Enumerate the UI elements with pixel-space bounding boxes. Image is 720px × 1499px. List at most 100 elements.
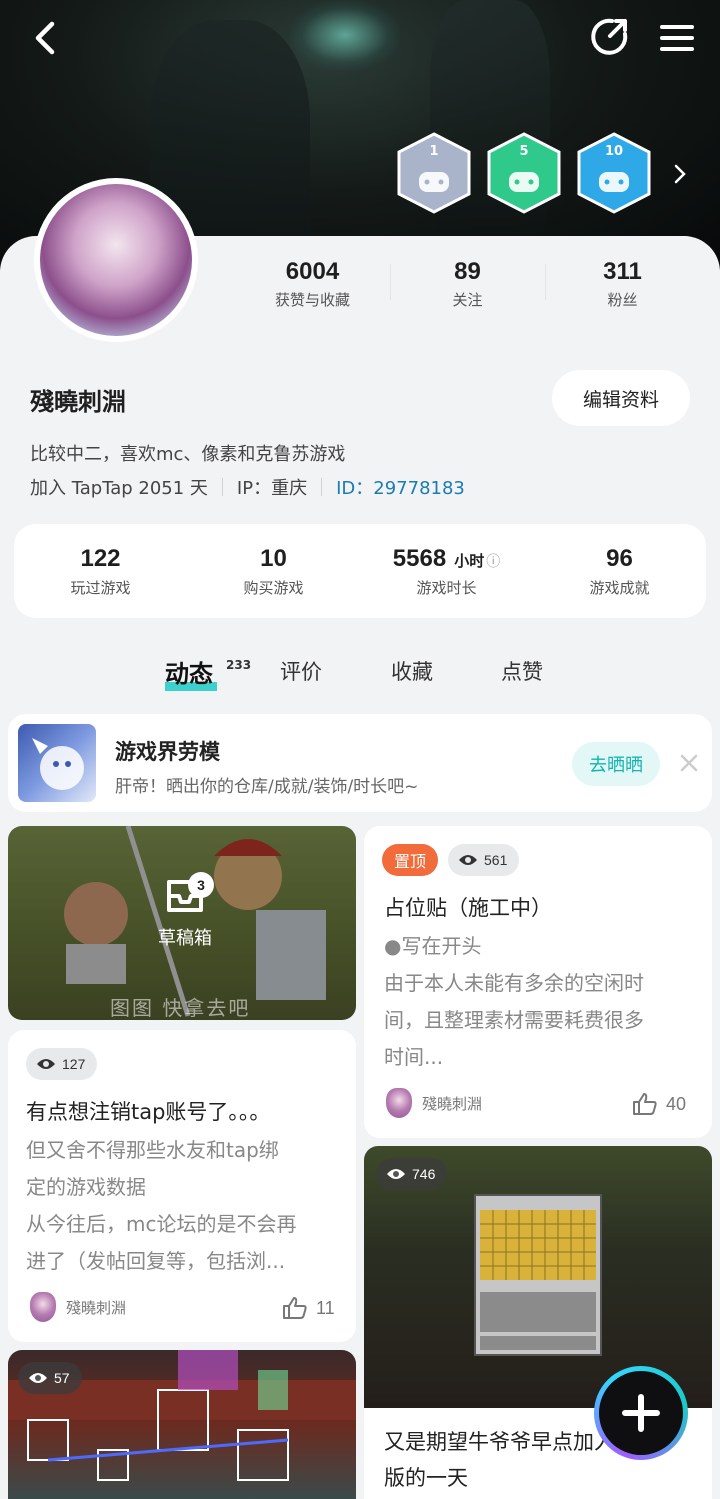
stat-following[interactable]: 89 关注 [390, 258, 545, 310]
draft-box[interactable]: 3 草稿箱 [140, 872, 230, 950]
profile-meta: 加入 TapTap 2051 天 IP：重庆 ID：29778183 [30, 474, 465, 500]
view-number: 127 [62, 1056, 86, 1072]
ip-location: IP：重庆 [236, 478, 308, 499]
promo-title: 游戏界劳模 [115, 740, 220, 764]
info-icon[interactable]: ⓘ [486, 551, 500, 571]
stat-value: 89 [454, 258, 481, 285]
menu-button[interactable] [655, 16, 699, 60]
promo-banner[interactable]: 游戏界劳模 肝帝！晒出你的仓库/成就/装饰/时长吧~ 去晒晒 [8, 714, 712, 812]
post-excerpt: 但又舍不得那些水友和tap绑 定的游戏数据 从今往后，mc论坛的是不会再 进了（… [26, 1132, 296, 1280]
excerpt-line: 由于本人未能有多余的空闲时 [384, 971, 644, 995]
stat-value: 6004 [285, 258, 340, 285]
badge-number: 10 [604, 144, 624, 159]
eye-icon [387, 1169, 405, 1179]
excerpt-line: 从今往后，mc论坛的是不会再 [26, 1212, 297, 1236]
chevron-right-icon[interactable] [670, 162, 690, 186]
eye-icon [29, 1373, 47, 1383]
view-count: 561 [448, 844, 520, 876]
edit-profile-button[interactable]: 编辑资料 [552, 370, 690, 426]
promo-subtitle: 肝帝！晒出你的仓库/成就/装饰/时长吧~ [115, 777, 419, 797]
achievement-badges[interactable]: 1 5 10 [395, 132, 686, 214]
view-number: 746 [412, 1166, 436, 1182]
pinned-badge: 置顶 [382, 844, 439, 876]
view-number: 57 [54, 1370, 70, 1386]
stat-followers[interactable]: 311 粉丝 [545, 258, 700, 310]
create-post-button[interactable] [594, 1366, 688, 1460]
thumbs-up-icon [633, 1093, 657, 1115]
stat-label: 游戏成就 [589, 578, 650, 597]
badge-number: 5 [519, 144, 529, 159]
like-button[interactable]: 11 [282, 1296, 335, 1320]
back-button[interactable] [24, 18, 64, 58]
promo-logo [18, 724, 96, 802]
excerpt-line: 但又舍不得那些水友和tap绑 [26, 1138, 279, 1162]
promo-action-button[interactable]: 去晒晒 [572, 742, 660, 786]
view-number: 561 [484, 852, 508, 868]
like-button[interactable]: 40 [632, 1092, 686, 1116]
badge-number: 1 [429, 144, 439, 159]
post-author[interactable]: 殘曉刺淵 [386, 1088, 482, 1118]
excerpt-line: ●写在开头 [384, 934, 482, 958]
game-stat-achievements[interactable]: 96 游戏成就 [533, 545, 706, 598]
tab-likes[interactable]: 点赞 [501, 656, 543, 686]
stat-label: 粉丝 [607, 291, 638, 309]
excerpt-line: 定的游戏数据 [26, 1175, 146, 1199]
profile-stats: 6004 获赞与收藏 89 关注 311 粉丝 [235, 258, 700, 310]
stat-value: 122 [80, 544, 121, 572]
stat-label: 关注 [452, 291, 483, 309]
badge-level-10[interactable]: 10 [575, 132, 653, 214]
game-stat-played[interactable]: 122 玩过游戏 [14, 545, 187, 598]
thumbs-up-icon [283, 1297, 307, 1319]
image-caption: 图图 快拿去吧 [110, 996, 251, 1020]
post-title: 占位贴（施工中） [384, 896, 552, 920]
post-author[interactable]: 殘曉刺淵 [30, 1292, 126, 1322]
tab-label: 动态 [165, 660, 213, 688]
eye-icon [459, 855, 477, 865]
content-tabs: 动态 233 评价 收藏 点赞 [0, 650, 720, 700]
draft-count-badge: 3 [188, 872, 214, 898]
stat-label: 获赞与收藏 [274, 291, 350, 309]
plus-icon [622, 1394, 660, 1432]
join-days: 加入 TapTap 2051 天 [30, 478, 208, 499]
like-count: 11 [316, 1297, 335, 1318]
game-stat-purchased[interactable]: 10 购买游戏 [187, 545, 360, 598]
excerpt-line: 时间... [384, 1045, 444, 1069]
menu-icon [660, 25, 694, 51]
share-button[interactable] [588, 14, 632, 58]
title-line: 版的一天 [384, 1466, 468, 1490]
badge-level-1[interactable]: 1 [395, 132, 473, 214]
author-name: 殘曉刺淵 [66, 1298, 127, 1317]
stat-value: 10 [260, 544, 287, 572]
author-avatar [30, 1292, 56, 1322]
share-icon [591, 18, 628, 55]
tab-count: 233 [226, 658, 252, 672]
post-excerpt: ●写在开头 由于本人未能有多余的空闲时 间，且整理素材需要耗费很多 时间... [384, 928, 644, 1076]
stat-label: 玩过游戏 [70, 578, 131, 597]
view-count: 127 [26, 1048, 98, 1080]
avatar[interactable] [34, 178, 198, 342]
close-icon[interactable] [676, 750, 702, 776]
tab-favorites[interactable]: 收藏 [391, 656, 433, 686]
stat-value: 311 [603, 258, 642, 285]
game-stats: 122 玩过游戏 10 购买游戏 5568 小时 ⓘ 游戏时长 96 游戏成就 [14, 524, 706, 618]
excerpt-line: 间，且整理素材需要耗费很多 [384, 1008, 644, 1032]
badge-level-5[interactable]: 5 [485, 132, 563, 214]
excerpt-line: 进了（发帖回复等，包括浏... [26, 1249, 286, 1273]
eye-icon [37, 1059, 55, 1069]
tab-moments[interactable]: 动态 [165, 654, 217, 691]
post-title: 有点想注销tap账号了。。。 [26, 1100, 271, 1124]
view-count: 746 [376, 1158, 448, 1190]
tab-reviews[interactable]: 评价 [280, 656, 322, 686]
stat-likes[interactable]: 6004 获赞与收藏 [235, 258, 390, 310]
stat-label: 游戏时长 [416, 578, 477, 597]
stat-label: 购买游戏 [243, 578, 304, 597]
view-count: 57 [18, 1362, 82, 1394]
username: 殘曉刺淵 [30, 388, 126, 416]
user-id[interactable]: ID：29778183 [336, 474, 465, 500]
author-avatar [386, 1088, 412, 1118]
banner-glow [290, 0, 400, 70]
chevron-left-icon [35, 21, 55, 55]
game-stat-playtime[interactable]: 5568 小时 ⓘ 游戏时长 [360, 545, 533, 598]
stat-value: 96 [606, 544, 633, 572]
author-name: 殘曉刺淵 [422, 1094, 483, 1113]
